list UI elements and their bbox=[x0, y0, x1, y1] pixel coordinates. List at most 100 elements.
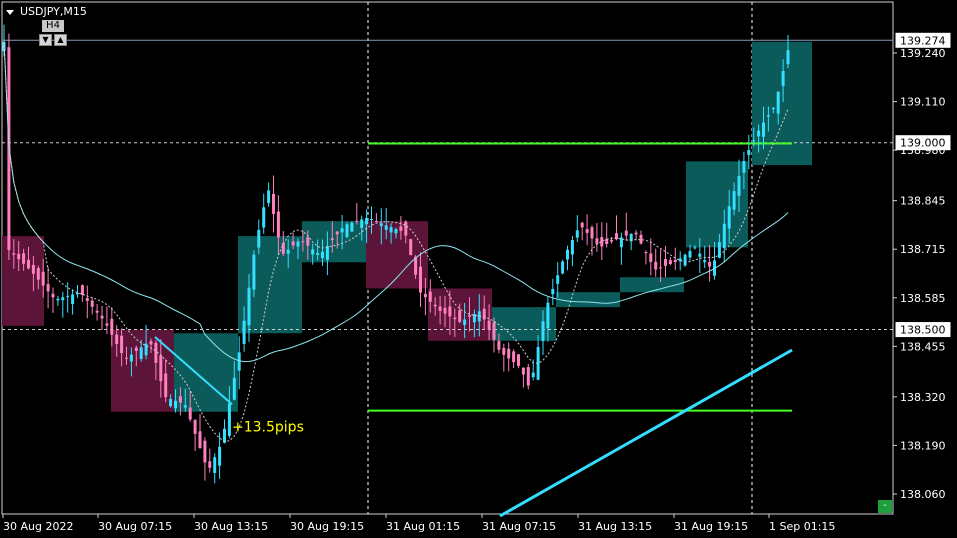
candle-body bbox=[134, 347, 138, 352]
candle-body bbox=[345, 224, 349, 238]
candle-body bbox=[291, 241, 295, 246]
candle-body bbox=[22, 253, 26, 264]
y-tick-label: 138.845 bbox=[900, 195, 946, 208]
chart-window[interactable]: +13.5pips 139.240 139.110 138.980 138.845 138… bbox=[0, 0, 957, 538]
candle-body bbox=[737, 176, 741, 196]
candle-body bbox=[335, 231, 339, 235]
candle-body bbox=[776, 91, 780, 114]
candle-body bbox=[438, 306, 442, 311]
symbol-dropdown-icon[interactable] bbox=[6, 10, 14, 15]
x-tick-label: 30 Aug 2022 bbox=[3, 520, 73, 533]
candle-body bbox=[497, 340, 501, 350]
candle-body bbox=[443, 307, 447, 314]
candle-body bbox=[766, 115, 770, 117]
candle-body bbox=[374, 220, 378, 222]
candle-body bbox=[717, 242, 721, 258]
candle-body bbox=[31, 264, 35, 274]
candle-body bbox=[394, 229, 398, 234]
candle-body bbox=[541, 321, 545, 342]
candle-body bbox=[80, 285, 84, 296]
x-tick-label: 30 Aug 19:15 bbox=[290, 520, 364, 533]
candle-body bbox=[41, 271, 45, 286]
candle-body bbox=[120, 335, 124, 354]
candle-body bbox=[237, 352, 241, 371]
candle-body bbox=[409, 239, 413, 256]
x-tick-label: 30 Aug 13:15 bbox=[194, 520, 268, 533]
candle-body bbox=[242, 320, 246, 344]
timeframe-down-icon[interactable]: ▼ bbox=[39, 34, 52, 46]
candle-body bbox=[428, 291, 432, 302]
candle-body bbox=[507, 348, 511, 359]
h4-candle-box bbox=[302, 221, 366, 263]
candle-body bbox=[174, 400, 177, 409]
candle-body bbox=[762, 122, 765, 137]
candle-body bbox=[732, 191, 736, 210]
y-tick-label: 138.715 bbox=[900, 243, 946, 256]
candle-body bbox=[76, 292, 79, 295]
candle-body bbox=[673, 259, 677, 263]
candle-body bbox=[257, 229, 261, 248]
candle-body bbox=[267, 190, 271, 204]
minimize-button[interactable]: - bbox=[878, 500, 892, 513]
candle-body bbox=[492, 322, 496, 340]
candle-body bbox=[463, 319, 467, 325]
candle-body bbox=[115, 334, 119, 344]
y-tick-label: 139.110 bbox=[900, 96, 946, 109]
timeframe-up-icon[interactable]: ▲ bbox=[54, 34, 67, 46]
candle-body bbox=[276, 211, 280, 238]
candle-body bbox=[556, 275, 560, 284]
candle-body bbox=[487, 320, 491, 330]
candle-body bbox=[595, 238, 599, 244]
candle-body bbox=[668, 260, 672, 265]
x-tick-label: 31 Aug 07:15 bbox=[482, 520, 556, 533]
candle-body bbox=[27, 259, 30, 269]
candle-body bbox=[85, 297, 89, 301]
candle-body bbox=[747, 150, 751, 156]
h4-candle-box bbox=[556, 292, 620, 308]
candle-body bbox=[566, 249, 569, 260]
candle-body bbox=[742, 161, 746, 173]
candle-body bbox=[781, 71, 785, 86]
price-chart[interactable]: +13.5pips139.240139.110138.980138.845138… bbox=[0, 0, 957, 538]
candle-body bbox=[453, 317, 457, 320]
candle-body bbox=[448, 306, 452, 317]
candle-body bbox=[399, 226, 403, 231]
candle-body bbox=[71, 294, 75, 305]
candle-body bbox=[350, 222, 354, 232]
candle-body bbox=[683, 254, 687, 266]
x-tick-label: 30 Aug 07:15 bbox=[98, 520, 172, 533]
candle-body bbox=[590, 227, 594, 239]
candle-body bbox=[301, 241, 305, 243]
candle-body bbox=[272, 193, 275, 214]
candle-body bbox=[66, 295, 70, 297]
candle-body bbox=[355, 220, 359, 222]
trend-line bbox=[499, 348, 793, 518]
candle-body bbox=[90, 300, 94, 307]
y-tick-label: 138.585 bbox=[900, 292, 946, 305]
candle-body bbox=[218, 446, 222, 466]
candle-body bbox=[419, 266, 422, 293]
candle-body bbox=[340, 228, 344, 233]
x-tick-label: 31 Aug 19:15 bbox=[674, 520, 748, 533]
candle-body bbox=[188, 407, 192, 420]
candle-body bbox=[644, 252, 648, 254]
candle-body bbox=[664, 259, 667, 266]
candle-body bbox=[482, 308, 486, 320]
candle-body bbox=[203, 440, 207, 463]
candle-body bbox=[708, 261, 712, 267]
candle-body bbox=[365, 217, 369, 225]
candle-body bbox=[286, 249, 290, 254]
candle-body bbox=[360, 219, 364, 228]
timeframe-panel: H4 ▼ ▲ bbox=[38, 20, 70, 48]
candle-body bbox=[183, 405, 187, 408]
candle-body bbox=[575, 230, 579, 238]
price-level-label: 138.500 bbox=[900, 324, 946, 337]
candle-body bbox=[321, 251, 324, 258]
candle-body bbox=[46, 284, 50, 292]
candle-body bbox=[281, 243, 285, 254]
candle-body bbox=[624, 230, 628, 236]
candle-body bbox=[727, 206, 731, 229]
candle-body bbox=[306, 237, 310, 246]
y-tick-label: 139.240 bbox=[900, 47, 946, 60]
candle-body bbox=[423, 293, 427, 298]
